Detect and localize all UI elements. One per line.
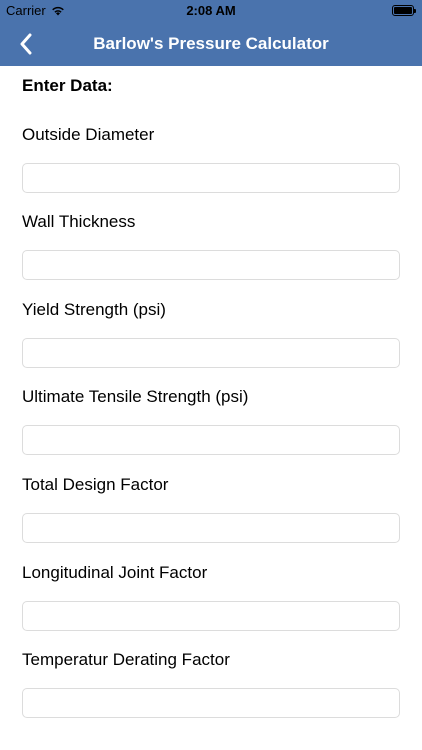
section-heading: Enter Data: (22, 76, 113, 95)
yield-strength-input[interactable] (22, 338, 400, 368)
status-time: 2:08 AM (186, 3, 236, 18)
outside-diameter-label: Outside Diameter (22, 125, 155, 144)
longitudinal-joint-factor-input[interactable] (22, 601, 400, 631)
longitudinal-joint-factor-label: Longitudinal Joint Factor (22, 563, 208, 582)
wall-thickness-input[interactable] (22, 250, 400, 280)
navigation-bar: Barlow's Pressure Calculator (0, 22, 422, 66)
ultimate-tensile-strength-input[interactable] (22, 425, 400, 455)
total-design-factor-label: Total Design Factor (22, 475, 169, 494)
outside-diameter-input[interactable] (22, 163, 400, 193)
ultimate-tensile-strength-label: Ultimate Tensile Strength (psi) (22, 387, 249, 406)
battery-icon (392, 5, 416, 16)
status-bar: Carrier 2:08 AM (0, 0, 422, 22)
yield-strength-label: Yield Strength (psi) (22, 300, 166, 319)
wall-thickness-label: Wall Thickness (22, 212, 136, 231)
temperature-derating-factor-label: Temperatur Derating Factor (22, 650, 230, 669)
page-title: Barlow's Pressure Calculator (93, 34, 329, 53)
temperature-derating-factor-input[interactable] (22, 688, 400, 718)
total-design-factor-input[interactable] (22, 513, 400, 543)
